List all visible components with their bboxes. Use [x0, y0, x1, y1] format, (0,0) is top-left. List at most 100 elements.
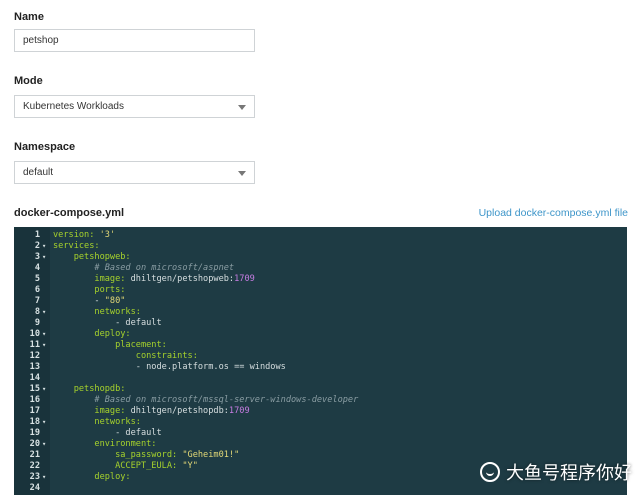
line-number: 9 [34, 318, 40, 328]
code-token: image: [53, 274, 131, 284]
name-field[interactable]: petshop [14, 29, 255, 52]
fold-toggle-icon[interactable]: ▾ [42, 417, 46, 428]
code-token: '3' [99, 230, 116, 240]
code-token: ACCEPT_EULA: [53, 461, 183, 471]
code-token: version: [53, 230, 100, 240]
line-number: 24 [29, 483, 40, 493]
code-text: - "80" [53, 296, 125, 307]
code-line: 16 # Based on microsoft/mssql-server-win… [14, 395, 627, 406]
code-token: image: [53, 406, 131, 416]
fold-toggle-icon[interactable]: ▾ [42, 472, 46, 483]
code-token: petshopdb: [53, 384, 126, 394]
code-line: 7 - "80" [14, 296, 627, 307]
code-editor[interactable]: 1 version: '3' 2 ▾ services: 3 ▾ petshopweb: 4 … [14, 227, 627, 495]
line-number: 3 [34, 252, 40, 262]
code-token: deploy: [53, 329, 131, 339]
fold-toggle-icon[interactable]: ▾ [42, 340, 46, 351]
name-label: Name [14, 11, 44, 23]
code-line: 15 ▾ petshopdb: [14, 384, 627, 395]
line-number: 18 [29, 417, 40, 427]
mode-label: Mode [14, 75, 43, 87]
code-text: networks: [53, 417, 141, 428]
line-number: 22 [29, 461, 40, 471]
namespace-selected-value: default [23, 167, 54, 178]
line-number: 12 [29, 351, 40, 361]
line-number: 14 [29, 373, 40, 383]
line-number: 17 [29, 406, 40, 416]
line-number: 6 [34, 285, 40, 295]
code-line: 5 image: dhiltgen/petshopweb:1709 [14, 274, 627, 285]
code-line: 11 ▾ placement: [14, 340, 627, 351]
compose-label: docker-compose.yml [14, 207, 125, 219]
code-token: dhiltgen/petshopdb: [130, 406, 229, 416]
line-number: 7 [34, 296, 40, 306]
code-token: "Y" [182, 461, 198, 471]
code-text: environment: [53, 439, 156, 450]
code-token: dhiltgen/petshopweb: [130, 274, 235, 284]
line-number: 2 [34, 241, 40, 251]
code-line: 3 ▾ petshopweb: [14, 252, 627, 263]
code-token: # Based on microsoft/mssql-server-window… [53, 395, 359, 405]
code-text: services: [53, 241, 100, 252]
code-text: ACCEPT_EULA: "Y" [53, 461, 198, 472]
code-token: 1709 [228, 406, 250, 416]
code-text: image: dhiltgen/petshopweb:1709 [53, 274, 254, 285]
code-line: 1 version: '3' [14, 230, 627, 241]
code-token: - default [53, 428, 162, 438]
namespace-select[interactable]: default [14, 161, 255, 184]
code-text: - default [53, 428, 162, 439]
code-text: - default [53, 318, 162, 329]
code-text: - node.platform.os == windows [53, 362, 286, 373]
code-text: petshopdb: [53, 384, 126, 395]
code-token: sa_password: [53, 450, 183, 460]
fold-toggle-icon[interactable]: ▾ [42, 329, 46, 340]
code-token: environment: [53, 439, 157, 449]
code-line: 14 [14, 373, 627, 384]
code-text: constraints: [53, 351, 198, 362]
code-line: 13 - node.platform.os == windows [14, 362, 627, 373]
mode-selected-value: Kubernetes Workloads [23, 101, 124, 112]
line-number: 16 [29, 395, 40, 405]
line-number: 10 [29, 329, 40, 339]
code-token: - default [53, 318, 162, 328]
code-line: 9 - default [14, 318, 627, 329]
code-text: ports: [53, 285, 125, 296]
code-token: placement: [53, 340, 167, 350]
code-line: 8 ▾ networks: [14, 307, 627, 318]
fold-toggle-icon[interactable]: ▾ [42, 241, 46, 252]
code-text: sa_password: "Geheim01!" [53, 450, 239, 461]
code-line: 17 image: dhiltgen/petshopdb:1709 [14, 406, 627, 417]
code-text: # Based on microsoft/mssql-server-window… [53, 395, 358, 406]
code-line: 6 ports: [14, 285, 627, 296]
fold-toggle-icon[interactable]: ▾ [42, 307, 46, 318]
code-token: # Based on microsoft/aspnet [53, 263, 235, 273]
wechat-icon [480, 462, 500, 482]
code-line: 12 constraints: [14, 351, 627, 362]
code-text: networks: [53, 307, 141, 318]
code-token: petshopweb: [53, 252, 131, 262]
fold-toggle-icon[interactable]: ▾ [42, 252, 46, 263]
code-token: - node.platform.os == windows [53, 362, 286, 372]
line-number: 8 [34, 307, 40, 317]
code-line: 10 ▾ deploy: [14, 329, 627, 340]
fold-toggle-icon[interactable]: ▾ [42, 439, 46, 450]
line-number: 13 [29, 362, 40, 372]
code-token: ports: [53, 285, 126, 295]
code-token: "80" [104, 296, 126, 306]
line-number: 23 [29, 472, 40, 482]
upload-compose-link[interactable]: Upload docker-compose.yml file [479, 207, 628, 219]
line-number: 19 [29, 428, 40, 438]
code-token: networks: [53, 417, 141, 427]
code-text: deploy: [53, 329, 131, 340]
chevron-down-icon [238, 171, 246, 176]
code-token: networks: [53, 307, 141, 317]
fold-toggle-icon[interactable]: ▾ [42, 384, 46, 395]
line-number: 11 [29, 340, 40, 350]
mode-select[interactable]: Kubernetes Workloads [14, 95, 255, 118]
code-line: 18 ▾ networks: [14, 417, 627, 428]
line-number: 21 [29, 450, 40, 460]
watermark-text: 大鱼号程序你好 [506, 463, 632, 484]
code-text: petshopweb: [53, 252, 131, 263]
watermark: 大鱼号程序你好 [480, 459, 632, 485]
code-token: services: [53, 241, 100, 251]
